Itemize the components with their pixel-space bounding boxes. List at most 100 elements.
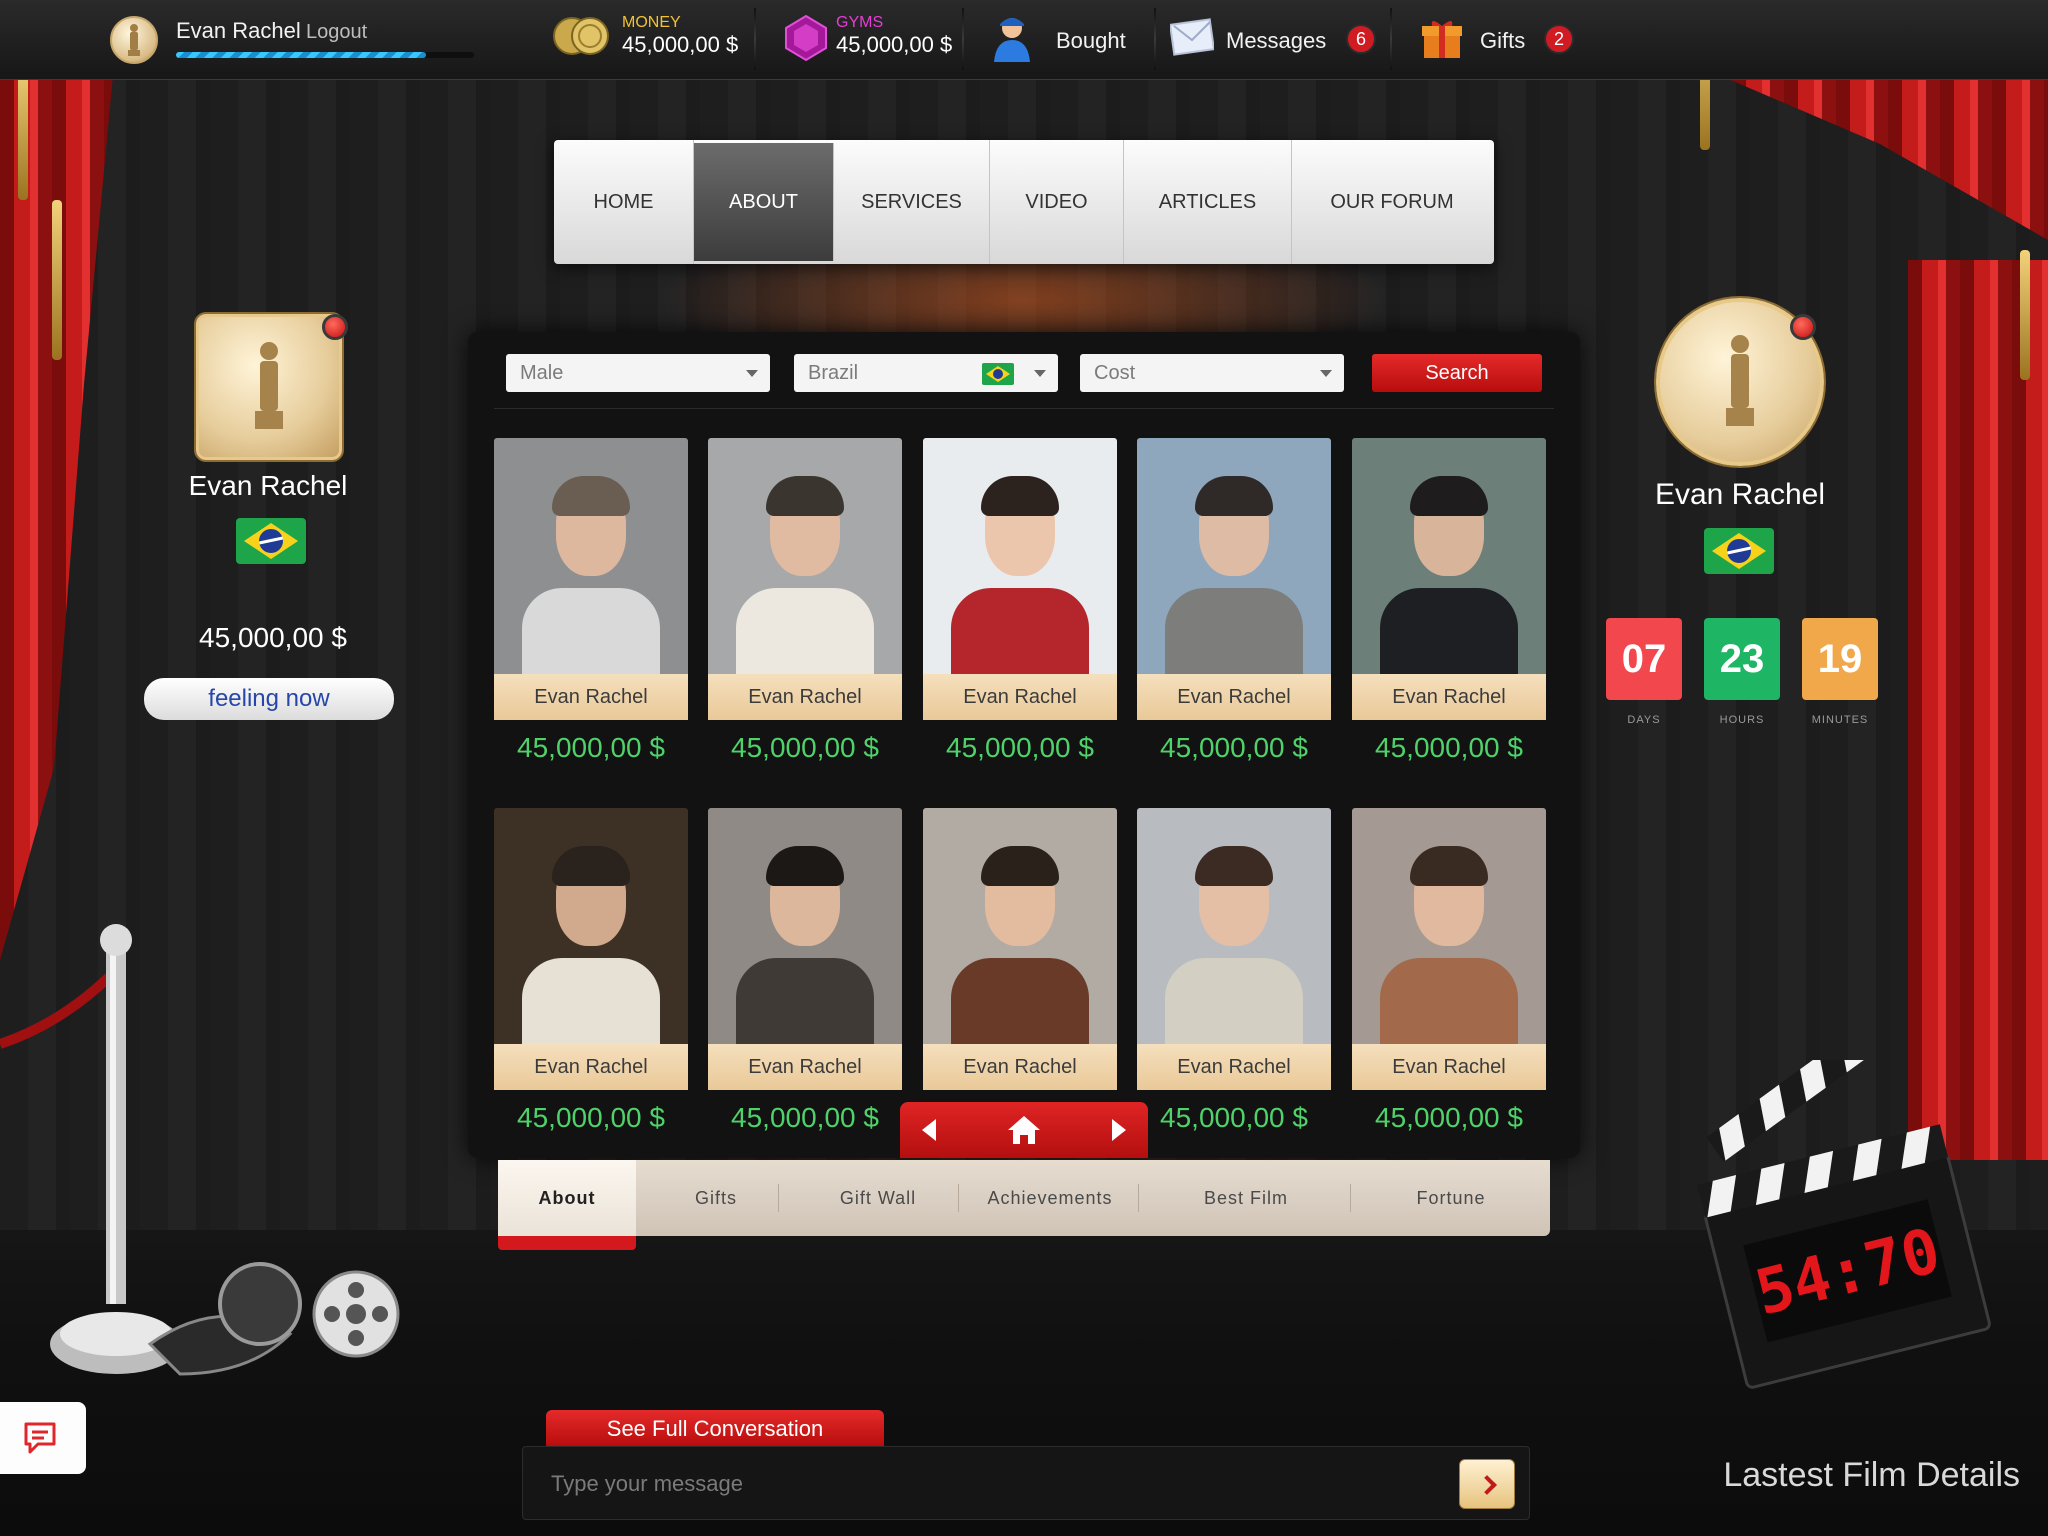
stanchion-film-decoration bbox=[0, 924, 400, 1376]
profile-card-name[interactable]: Evan Rachel bbox=[1137, 674, 1331, 720]
profile-card-name[interactable]: Evan Rachel bbox=[494, 674, 688, 720]
tab-achievements[interactable]: Achievements bbox=[960, 1160, 1140, 1236]
bought-link[interactable]: Bought bbox=[1056, 28, 1126, 54]
gyms-stat: GYMS 45,000,00 $ bbox=[836, 14, 952, 58]
nav-video[interactable]: VIDEO bbox=[990, 140, 1124, 264]
gyms-label: GYMS bbox=[836, 14, 884, 31]
send-button[interactable] bbox=[1459, 1459, 1515, 1509]
nav-about[interactable]: ABOUT bbox=[694, 143, 834, 261]
country-select[interactable]: Brazil bbox=[794, 354, 1058, 392]
money-label: MONEY bbox=[622, 14, 681, 31]
experience-progress-fill bbox=[176, 52, 427, 58]
profile-card-price: 45,000,00 $ bbox=[1375, 1102, 1523, 1133]
delivery-person-icon bbox=[994, 18, 1030, 62]
profile-card[interactable]: Evan Rachel 45,000,00 $ bbox=[1137, 438, 1331, 764]
nav-services[interactable]: SERVICES bbox=[834, 140, 990, 264]
clapperboard-icon[interactable]: 54:70 bbox=[1680, 1060, 2020, 1420]
message-input[interactable] bbox=[551, 1465, 1411, 1503]
chevron-right-icon bbox=[1477, 1475, 1497, 1495]
profile-card-price: 45,000,00 $ bbox=[1375, 732, 1523, 763]
profile-card[interactable]: Evan Rachel 45,000,00 $ bbox=[1137, 808, 1331, 1134]
profile-card[interactable]: Evan Rachel 45,000,00 $ bbox=[1352, 808, 1546, 1134]
profile-card-price: 45,000,00 $ bbox=[731, 1102, 879, 1133]
profile-photo[interactable] bbox=[923, 438, 1117, 674]
tab-separator bbox=[1138, 1184, 1139, 1212]
profile-card[interactable]: Evan Rachel45,000,00 $ bbox=[923, 808, 1117, 1134]
profile-card-price: 45,000,00 $ bbox=[1160, 732, 1308, 763]
profile-card-price: 45,000,00 $ bbox=[731, 732, 879, 763]
tab-separator bbox=[778, 1184, 779, 1212]
gem-icon bbox=[785, 14, 827, 62]
left-tassel-2 bbox=[52, 200, 62, 360]
profile-photo[interactable] bbox=[1352, 438, 1546, 674]
money-stat: MONEY 45,000,00 $ bbox=[622, 14, 738, 58]
tab-gifts[interactable]: Gifts bbox=[636, 1160, 796, 1236]
see-full-conversation-button[interactable]: See Full Conversation bbox=[546, 1410, 884, 1446]
profile-photo[interactable] bbox=[1137, 808, 1331, 1044]
profile-photo[interactable] bbox=[1137, 438, 1331, 674]
tab-fortune[interactable]: Fortune bbox=[1352, 1160, 1550, 1236]
left-profile-money: 45,000,00 $ bbox=[199, 622, 347, 653]
countdown-minutes: 19 bbox=[1802, 618, 1878, 700]
profile-card-price: 45,000,00 $ bbox=[517, 732, 665, 763]
top-divider bbox=[754, 8, 756, 70]
gyms-value: 45,000,00 $ bbox=[836, 32, 953, 57]
profile-card-name[interactable]: Evan Rachel bbox=[923, 1044, 1117, 1090]
profile-photo[interactable] bbox=[1352, 808, 1546, 1044]
profile-card[interactable]: Evan Rachel 45,000,00 $ bbox=[708, 438, 902, 764]
next-page-icon[interactable] bbox=[1112, 1119, 1126, 1141]
profile-card-price: 45,000,00 $ bbox=[1160, 1102, 1308, 1133]
cost-select[interactable]: Cost bbox=[1080, 354, 1344, 392]
brazil-flag-icon bbox=[1704, 528, 1774, 574]
profile-card-name[interactable]: Evan Rachel bbox=[1352, 674, 1546, 720]
profile-photo[interactable] bbox=[708, 808, 902, 1044]
gender-select[interactable]: Male bbox=[506, 354, 770, 392]
top-user-name[interactable]: Evan Rachel bbox=[176, 18, 301, 44]
statue-icon bbox=[255, 342, 283, 429]
tab-best-film[interactable]: Best Film bbox=[1140, 1160, 1352, 1236]
money-value: 45,000,00 $ bbox=[622, 32, 739, 57]
profile-card[interactable]: Evan Rachel45,000,00 $ bbox=[923, 438, 1117, 764]
messages-link[interactable]: Messages bbox=[1226, 28, 1326, 54]
profile-card[interactable]: Evan Rachel 45,000,00 $ bbox=[708, 808, 902, 1134]
nav-our-forum[interactable]: OUR FORUM bbox=[1292, 140, 1492, 264]
feeling-now-button[interactable]: feeling now bbox=[144, 678, 394, 720]
profile-card-name[interactable]: Evan Rachel bbox=[708, 1044, 902, 1090]
left-profile-avatar[interactable] bbox=[196, 314, 342, 460]
latest-film-details-link[interactable]: Lastest Film Details bbox=[1700, 1456, 2020, 1495]
online-status-dot bbox=[322, 314, 348, 340]
user-avatar[interactable] bbox=[110, 16, 158, 64]
profile-card-name[interactable]: Evan Rachel bbox=[923, 674, 1117, 720]
gift-icon bbox=[1422, 21, 1462, 58]
top-bar: Evan Rachel Logout MONEY 45,000,00 $ GYM… bbox=[0, 0, 2048, 80]
profile-card[interactable]: Evan Rachel45,000,00 $ bbox=[494, 808, 688, 1134]
logout-link[interactable]: Logout bbox=[306, 21, 367, 44]
gifts-count-badge: 2 bbox=[1544, 24, 1574, 54]
gifts-link[interactable]: Gifts bbox=[1480, 28, 1525, 54]
chat-toggle-button[interactable] bbox=[0, 1402, 86, 1474]
right-curtain bbox=[1908, 260, 2048, 1160]
profile-photo[interactable] bbox=[494, 808, 688, 1044]
profile-photo[interactable] bbox=[494, 438, 688, 674]
profile-card-name[interactable]: Evan Rachel bbox=[708, 674, 902, 720]
profile-card-name[interactable]: Evan Rachel bbox=[1352, 1044, 1546, 1090]
search-button[interactable]: Search bbox=[1372, 354, 1542, 392]
home-icon[interactable] bbox=[1007, 1115, 1041, 1145]
profile-photo[interactable] bbox=[708, 438, 902, 674]
experience-progress-bar bbox=[176, 52, 474, 58]
profile-card-name[interactable]: Evan Rachel bbox=[494, 1044, 688, 1090]
brazil-flag-icon bbox=[982, 363, 1014, 385]
profile-photo[interactable] bbox=[923, 808, 1117, 1044]
tab-about[interactable]: About bbox=[498, 1160, 636, 1236]
profile-card-name[interactable]: Evan Rachel bbox=[1137, 1044, 1331, 1090]
countdown-minutes-label: MINUTES bbox=[1811, 714, 1869, 726]
profile-card[interactable]: Evan Rachel 45,000,00 $ bbox=[1352, 438, 1546, 764]
tab-gift-wall[interactable]: Gift Wall bbox=[796, 1160, 960, 1236]
nav-articles[interactable]: ARTICLES bbox=[1124, 140, 1292, 264]
countdown-hours-label: HOURS bbox=[1719, 714, 1765, 726]
nav-home[interactable]: HOME bbox=[554, 140, 694, 264]
chat-bubble-icon bbox=[24, 1422, 56, 1454]
previous-page-icon[interactable] bbox=[922, 1119, 936, 1141]
profile-card[interactable]: Evan Rachel 45,000,00 $ bbox=[494, 438, 688, 764]
top-divider bbox=[1390, 8, 1392, 70]
